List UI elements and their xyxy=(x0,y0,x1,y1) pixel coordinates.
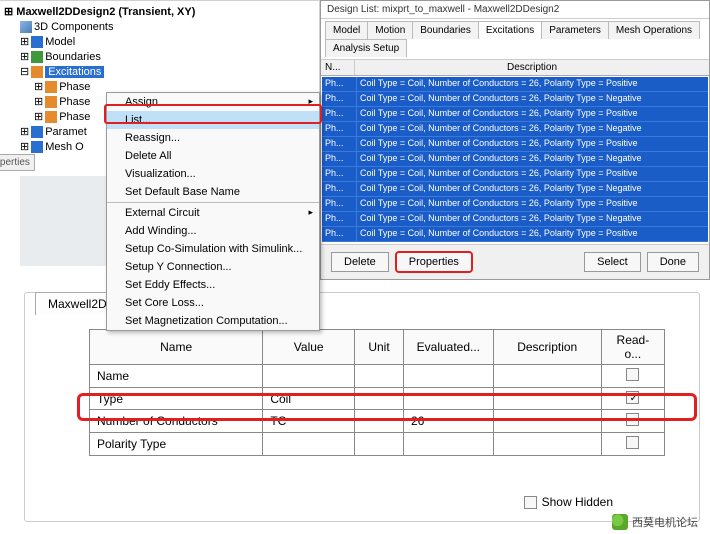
ctx-item[interactable]: Assign xyxy=(107,93,319,111)
tree-item-excitations[interactable]: ⊟ Excitations xyxy=(0,64,319,79)
ctx-item[interactable]: Set Eddy Effects... xyxy=(107,276,319,294)
checkbox-icon[interactable] xyxy=(524,496,537,509)
params-icon xyxy=(31,126,43,138)
tab[interactable]: Analysis Setup xyxy=(325,39,407,57)
tab[interactable]: Motion xyxy=(367,21,413,39)
delete-button[interactable]: Delete xyxy=(331,252,389,272)
excitations-icon xyxy=(31,66,43,78)
show-hidden-checkbox[interactable]: Show Hidden xyxy=(524,495,613,509)
ctx-item[interactable]: Reassign... xyxy=(107,129,319,147)
checkbox-icon xyxy=(626,413,639,426)
col-header-desc[interactable]: Description xyxy=(355,60,709,75)
list-row[interactable]: Ph...Coil Type = Coil, Number of Conduct… xyxy=(322,212,708,227)
button-bar: Delete Properties Select Done xyxy=(321,244,709,279)
table-row[interactable]: Number of ConductorsTC26 xyxy=(90,410,665,433)
ctx-item[interactable]: Set Magnetization Computation... xyxy=(107,312,319,330)
ctx-item[interactable]: Setup Y Connection... xyxy=(107,258,319,276)
tree-item-model[interactable]: ⊞ Model xyxy=(0,34,319,49)
tree-item-boundaries[interactable]: ⊞ Boundaries xyxy=(0,49,319,64)
checkbox-icon xyxy=(626,368,639,381)
properties-tab[interactable]: roperties xyxy=(0,154,35,171)
wechat-icon xyxy=(612,514,628,530)
list-row[interactable]: Ph...Coil Type = Coil, Number of Conduct… xyxy=(322,152,708,167)
boundaries-icon xyxy=(31,51,43,63)
checkbox-icon xyxy=(626,391,639,404)
list-row[interactable]: Ph...Coil Type = Coil, Number of Conduct… xyxy=(322,182,708,197)
phase-icon xyxy=(45,96,57,108)
ctx-item[interactable]: Set Core Loss... xyxy=(107,294,319,312)
list-row[interactable]: Ph...Coil Type = Coil, Number of Conduct… xyxy=(322,92,708,107)
col-header[interactable]: Unit xyxy=(355,330,404,365)
done-button[interactable]: Done xyxy=(647,252,699,272)
col-header-name[interactable]: N... xyxy=(321,60,355,75)
footer-watermark: 西莫电机论坛 xyxy=(612,514,698,530)
model-icon xyxy=(31,36,43,48)
properties-table: NameValueUnitEvaluated...DescriptionRead… xyxy=(89,329,665,456)
context-menu: AssignList...Reassign...Delete AllVisual… xyxy=(106,92,320,331)
col-header[interactable]: Evaluated... xyxy=(403,330,493,365)
col-header[interactable]: Name xyxy=(90,330,263,365)
properties-button[interactable]: Properties xyxy=(395,251,473,273)
list-row[interactable]: Ph...Coil Type = Coil, Number of Conduct… xyxy=(322,197,708,212)
col-header[interactable]: Read-o... xyxy=(601,330,664,365)
tab[interactable]: Parameters xyxy=(541,21,609,39)
tab[interactable]: Model xyxy=(325,21,368,39)
table-row[interactable]: Polarity Type xyxy=(90,433,665,456)
cube-icon xyxy=(20,21,32,33)
ctx-item[interactable]: Delete All xyxy=(107,147,319,165)
list-row[interactable]: Ph...Coil Type = Coil, Number of Conduct… xyxy=(322,137,708,152)
col-header[interactable]: Value xyxy=(263,330,355,365)
table-row[interactable]: TypeCoil xyxy=(90,388,665,410)
tab[interactable]: Boundaries xyxy=(412,21,479,39)
ctx-item[interactable]: Setup Co-Simulation with Simulink... xyxy=(107,240,319,258)
ctx-item[interactable]: List... xyxy=(107,111,319,129)
col-header[interactable]: Description xyxy=(493,330,601,365)
tree-root[interactable]: Maxwell2DDesign2 (Transient, XY) xyxy=(0,3,319,20)
window-title: Design List: mixprt_to_maxwell - Maxwell… xyxy=(321,1,709,19)
checkbox-icon xyxy=(626,436,639,449)
tab-bar: ModelMotionBoundariesExcitationsParamete… xyxy=(321,19,709,60)
ctx-item[interactable]: External Circuit xyxy=(107,204,319,222)
list-row[interactable]: Ph...Coil Type = Coil, Number of Conduct… xyxy=(322,107,708,122)
phase-icon xyxy=(45,111,57,123)
mesh-icon xyxy=(31,141,43,153)
phase-icon xyxy=(45,81,57,93)
tab[interactable]: Mesh Operations xyxy=(608,21,700,39)
tree-item-3d-components[interactable]: 3D Components xyxy=(0,20,319,34)
project-tree-panel: Maxwell2DDesign2 (Transient, XY) 3D Comp… xyxy=(0,0,320,280)
list-row[interactable]: Ph...Coil Type = Coil, Number of Conduct… xyxy=(322,227,708,242)
ctx-item[interactable]: Add Winding... xyxy=(107,222,319,240)
ctx-item[interactable]: Visualization... xyxy=(107,165,319,183)
list-row[interactable]: Ph...Coil Type = Coil, Number of Conduct… xyxy=(322,167,708,182)
list-row[interactable]: Ph...Coil Type = Coil, Number of Conduct… xyxy=(322,77,708,92)
list-header: N... Description xyxy=(321,60,709,76)
ctx-item[interactable]: Set Default Base Name xyxy=(107,183,319,201)
table-row[interactable]: Name xyxy=(90,365,665,388)
design-list-window: Design List: mixprt_to_maxwell - Maxwell… xyxy=(320,0,710,280)
list-body: Ph...Coil Type = Coil, Number of Conduct… xyxy=(321,76,709,244)
list-row[interactable]: Ph...Coil Type = Coil, Number of Conduct… xyxy=(322,122,708,137)
select-button[interactable]: Select xyxy=(584,252,641,272)
tab[interactable]: Excitations xyxy=(478,21,542,39)
